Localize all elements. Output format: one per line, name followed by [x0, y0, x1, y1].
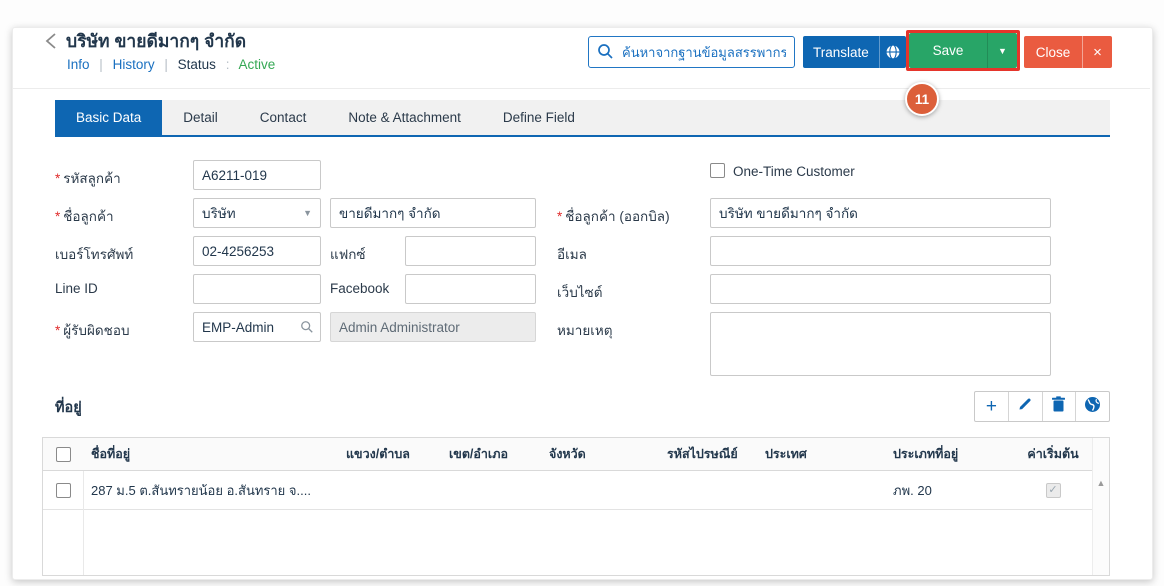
row-default-checkbox: ✓	[1046, 483, 1061, 498]
search-icon	[597, 43, 614, 65]
translate-label: Translate	[803, 36, 879, 68]
phone-input[interactable]	[193, 236, 321, 266]
save-highlight-outline: Save ▼	[906, 30, 1020, 71]
required-asterisk: *	[55, 323, 60, 338]
column-header-province: จังหวัด	[541, 444, 659, 464]
header-divider	[13, 88, 1150, 89]
one-time-customer-checkbox[interactable]	[710, 163, 725, 178]
website-label: เว็บไซต์	[557, 281, 602, 303]
column-header-default: ค่าเริ่มต้น	[1012, 444, 1094, 464]
subnav-separator: |	[99, 57, 103, 72]
save-label: Save	[909, 33, 987, 68]
responsible-label: *ผู้รับผิดชอบ	[55, 319, 130, 341]
subnav: Info | History | Status : Active	[67, 57, 281, 72]
plus-icon: +	[986, 397, 997, 416]
save-dropdown-toggle[interactable]: ▼	[987, 33, 1017, 68]
history-link[interactable]: History	[113, 57, 155, 72]
customer-name-input[interactable]	[330, 198, 536, 228]
world-icon	[1084, 396, 1101, 418]
scroll-up-icon[interactable]: ▲	[1093, 478, 1109, 488]
tab-bar: Basic Data Detail Contact Note & Attachm…	[55, 100, 1110, 137]
subnav-separator: |	[164, 57, 168, 72]
trash-icon	[1051, 396, 1066, 417]
billing-name-label: *ชื่อลูกค้า (ออกบิล)	[557, 205, 670, 227]
billing-name-input[interactable]	[710, 198, 1051, 228]
map-address-button[interactable]	[1075, 392, 1109, 421]
lookup-search-icon	[300, 320, 314, 339]
required-asterisk: *	[557, 209, 562, 224]
phone-label: เบอร์โทรศัพท์	[55, 243, 133, 265]
email-label: อีเมล	[557, 243, 587, 265]
remark-textarea[interactable]	[710, 312, 1051, 376]
fax-label: แฟกซ์	[330, 243, 366, 265]
customer-name-label: *ชื่อลูกค้า	[55, 205, 114, 227]
website-input[interactable]	[710, 274, 1051, 304]
column-header-postal-code: รหัสไปรษณีย์	[659, 444, 757, 464]
back-chevron-icon	[44, 38, 58, 55]
line-id-input[interactable]	[193, 274, 321, 304]
revenue-search-input[interactable]	[588, 36, 795, 68]
address-section-title: ที่อยู่	[55, 396, 82, 419]
responsible-lookup	[193, 312, 321, 342]
table-scrollbar[interactable]: ▲	[1092, 438, 1109, 575]
globe-icon	[879, 36, 906, 68]
address-table-header: ชื่อที่อยู่ แขวง/ตำบล เขต/อำเภอ จังหวัด …	[43, 438, 1109, 471]
customer-prefix-select[interactable]: บริษัท ▼	[193, 198, 321, 228]
responsible-name-input	[330, 312, 536, 342]
required-asterisk: *	[55, 171, 60, 186]
select-all-checkbox[interactable]	[56, 447, 71, 462]
tab-define-field[interactable]: Define Field	[482, 100, 596, 135]
tab-contact[interactable]: Contact	[239, 100, 328, 135]
status-value: Active	[238, 57, 275, 72]
required-asterisk: *	[55, 209, 60, 224]
row-address-type: ภพ. 20	[885, 480, 1012, 501]
back-button[interactable]	[44, 31, 62, 51]
tab-basic-data[interactable]: Basic Data	[55, 100, 162, 135]
row-address-name: 287 ม.5 ต.สันทรายน้อย อ.สันทราย จ....	[83, 480, 338, 501]
fax-input[interactable]	[405, 236, 536, 266]
page-title: บริษัท ขายดีมากๆ จำกัด	[66, 27, 246, 55]
column-header-address-name: ชื่อที่อยู่	[83, 444, 338, 464]
add-address-button[interactable]: +	[975, 392, 1008, 421]
chevron-down-icon: ▼	[303, 208, 312, 218]
column-header-address-type: ประเภทที่อยู่	[885, 444, 1012, 464]
info-link[interactable]: Info	[67, 57, 90, 72]
annotation-step-badge: 11	[905, 82, 939, 116]
customer-code-label: *รหัสลูกค้า	[55, 167, 121, 189]
table-row[interactable]: 287 ม.5 ต.สันทรายน้อย อ.สันทราย จ.... ภพ…	[43, 471, 1109, 510]
delete-address-button[interactable]	[1042, 392, 1076, 421]
tab-note-attachment[interactable]: Note & Attachment	[327, 100, 482, 135]
customer-prefix-value: บริษัท	[202, 202, 236, 224]
row-checkbox[interactable]	[56, 483, 71, 498]
facebook-label: Facebook	[330, 281, 389, 296]
remark-label: หมายเหตุ	[557, 319, 613, 341]
close-label: Close	[1024, 36, 1082, 68]
caret-down-icon: ▼	[998, 46, 1007, 56]
column-header-subdistrict: แขวง/ตำบล	[338, 444, 441, 464]
one-time-customer-label: One-Time Customer	[733, 164, 855, 179]
line-id-label: Line ID	[55, 281, 98, 296]
save-button[interactable]: Save ▼	[909, 33, 1017, 68]
customer-code-input[interactable]	[193, 160, 321, 190]
tab-detail[interactable]: Detail	[162, 100, 239, 135]
address-action-toolbar: +	[974, 391, 1110, 422]
translate-button[interactable]: Translate	[803, 36, 906, 68]
edit-address-button[interactable]	[1008, 392, 1042, 421]
facebook-input[interactable]	[405, 274, 536, 304]
pencil-icon	[1017, 396, 1033, 417]
revenue-search	[588, 36, 795, 68]
checkbox-column-divider	[83, 471, 84, 575]
status-label: Status	[178, 57, 216, 72]
close-button[interactable]: Close ×	[1024, 36, 1112, 68]
column-header-district: เขต/อำเภอ	[441, 444, 541, 464]
app-window: บริษัท ขายดีมากๆ จำกัด Info | History | …	[0, 0, 1164, 586]
close-x-icon: ×	[1082, 36, 1112, 68]
address-table: ชื่อที่อยู่ แขวง/ตำบล เขต/อำเภอ จังหวัด …	[42, 437, 1110, 576]
column-header-country: ประเทศ	[757, 444, 885, 464]
email-input[interactable]	[710, 236, 1051, 266]
status-colon: :	[226, 57, 230, 72]
